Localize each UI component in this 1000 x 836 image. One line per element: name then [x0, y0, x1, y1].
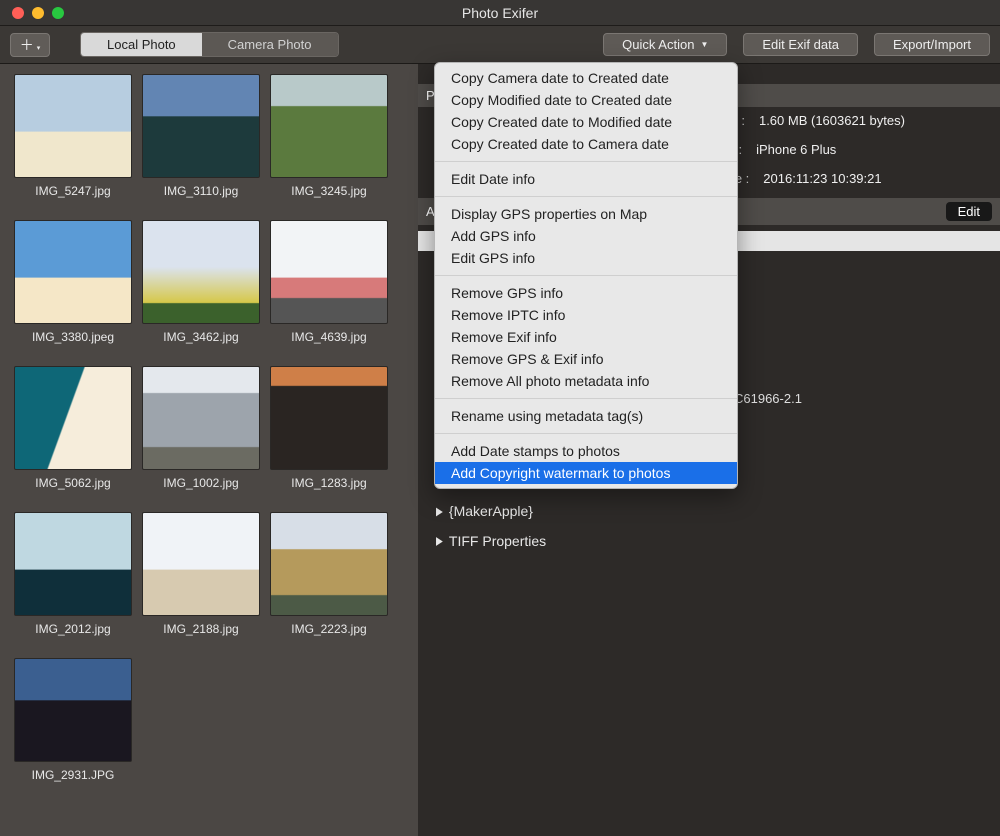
thumb-label: IMG_4639.jpg: [291, 330, 366, 344]
meta-val-size: 1.60 MB (1603621 bytes): [759, 113, 905, 128]
thumb-label: IMG_1002.jpg: [163, 476, 238, 490]
menu-remove-iptc[interactable]: Remove IPTC info: [435, 304, 737, 326]
photo-thumbnail: [142, 366, 260, 470]
add-button[interactable]: ＋ ▾: [10, 33, 50, 57]
photo-thumbnail: [14, 512, 132, 616]
thumb-label: IMG_3245.jpg: [291, 184, 366, 198]
traffic-lights: [12, 7, 64, 19]
tab-local-photo[interactable]: Local Photo: [81, 33, 202, 56]
menu-edit-gps[interactable]: Edit GPS info: [435, 247, 737, 269]
quick-action-label: Quick Action: [622, 37, 694, 52]
thumb-item[interactable]: IMG_1002.jpg: [142, 366, 260, 490]
menu-edit-date[interactable]: Edit Date info: [435, 168, 737, 190]
thumb-item[interactable]: IMG_3110.jpg: [142, 74, 260, 198]
menu-display-gps-map[interactable]: Display GPS properties on Map: [435, 203, 737, 225]
maximize-icon[interactable]: [52, 7, 64, 19]
menu-add-watermark[interactable]: Add Copyright watermark to photos: [435, 462, 737, 484]
menu-separator: [435, 398, 737, 399]
window-title: Photo Exifer: [0, 5, 1000, 21]
export-import-button[interactable]: Export/Import: [874, 33, 990, 56]
quick-action-menu: Copy Camera date to Created date Copy Mo…: [434, 62, 738, 489]
thumb-label: IMG_2188.jpg: [163, 622, 238, 636]
photo-thumbnail: [142, 220, 260, 324]
chevron-right-icon: ▶: [436, 534, 443, 548]
close-icon[interactable]: [12, 7, 24, 19]
menu-separator: [435, 275, 737, 276]
photo-thumbnail: [14, 366, 132, 470]
meta-val-info: iPhone 6 Plus: [756, 142, 836, 157]
photo-thumbnail: [270, 512, 388, 616]
thumb-label: IMG_5062.jpg: [35, 476, 110, 490]
chevron-right-icon: ▶: [436, 504, 443, 518]
thumb-item[interactable]: IMG_2188.jpg: [142, 512, 260, 636]
caret-down-icon: ▼: [700, 40, 708, 49]
tab-camera-photo[interactable]: Camera Photo: [202, 33, 338, 56]
thumb-label: IMG_3110.jpg: [164, 184, 239, 198]
thumb-label: IMG_1283.jpg: [291, 476, 366, 490]
thumb-item[interactable]: IMG_2223.jpg: [270, 512, 388, 636]
thumb-item[interactable]: IMG_2931.JPG: [14, 658, 132, 782]
gallery: IMG_5247.jpg IMG_3110.jpg IMG_3245.jpg I…: [0, 64, 418, 836]
thumb-item[interactable]: IMG_2012.jpg: [14, 512, 132, 636]
caret-down-icon: ▾: [37, 44, 41, 52]
menu-add-date-stamps[interactable]: Add Date stamps to photos: [435, 440, 737, 462]
menu-remove-exif[interactable]: Remove Exif info: [435, 326, 737, 348]
thumb-label: IMG_5247.jpg: [35, 184, 110, 198]
source-segment: Local Photo Camera Photo: [80, 32, 339, 57]
menu-copy-camera-created[interactable]: Copy Camera date to Created date: [435, 67, 737, 89]
menu-separator: [435, 196, 737, 197]
menu-remove-gps[interactable]: Remove GPS info: [435, 282, 737, 304]
thumb-label: IMG_3380.jpeg: [32, 330, 114, 344]
photo-thumbnail: [14, 220, 132, 324]
thumb-item[interactable]: IMG_1283.jpg: [270, 366, 388, 490]
thumb-item[interactable]: IMG_4639.jpg: [270, 220, 388, 344]
thumb-label: IMG_3462.jpg: [163, 330, 238, 344]
photo-thumbnail: [14, 658, 132, 762]
prop-makerapple[interactable]: ▶{MakerApple}: [434, 496, 984, 526]
menu-separator: [435, 161, 737, 162]
plus-icon: ＋: [20, 35, 34, 55]
thumb-item[interactable]: IMG_3380.jpeg: [14, 220, 132, 344]
meta-val-date: 2016:11:23 10:39:21: [763, 171, 881, 186]
photo-thumbnail: [270, 74, 388, 178]
menu-remove-gps-exif[interactable]: Remove GPS & Exif info: [435, 348, 737, 370]
menu-copy-modified-created[interactable]: Copy Modified date to Created date: [435, 89, 737, 111]
thumb-item[interactable]: IMG_3245.jpg: [270, 74, 388, 198]
menu-add-gps[interactable]: Add GPS info: [435, 225, 737, 247]
thumb-item[interactable]: IMG_3462.jpg: [142, 220, 260, 344]
toolbar: ＋ ▾ Local Photo Camera Photo Quick Actio…: [0, 26, 1000, 64]
photo-thumbnail: [270, 220, 388, 324]
photo-thumbnail: [142, 512, 260, 616]
photo-thumbnail: [14, 74, 132, 178]
photo-thumbnail: [142, 74, 260, 178]
color-profile-value: C61966-2.1: [734, 391, 984, 406]
edit-exif-button[interactable]: Edit Exif data: [743, 33, 858, 56]
minimize-icon[interactable]: [32, 7, 44, 19]
menu-copy-created-camera[interactable]: Copy Created date to Camera date: [435, 133, 737, 155]
edit-button[interactable]: Edit: [946, 202, 992, 221]
menu-separator: [435, 433, 737, 434]
photo-thumbnail: [270, 366, 388, 470]
thumb-label: IMG_2223.jpg: [291, 622, 366, 636]
quick-action-button[interactable]: Quick Action ▼: [603, 33, 727, 56]
menu-remove-all-metadata[interactable]: Remove All photo metadata info: [435, 370, 737, 392]
prop-tiff[interactable]: ▶TIFF Properties: [434, 526, 984, 556]
thumb-item[interactable]: IMG_5247.jpg: [14, 74, 132, 198]
menu-copy-created-modified[interactable]: Copy Created date to Modified date: [435, 111, 737, 133]
thumb-label: IMG_2931.JPG: [32, 768, 115, 782]
thumb-item[interactable]: IMG_5062.jpg: [14, 366, 132, 490]
thumb-label: IMG_2012.jpg: [35, 622, 110, 636]
menu-rename[interactable]: Rename using metadata tag(s): [435, 405, 737, 427]
titlebar: Photo Exifer: [0, 0, 1000, 26]
